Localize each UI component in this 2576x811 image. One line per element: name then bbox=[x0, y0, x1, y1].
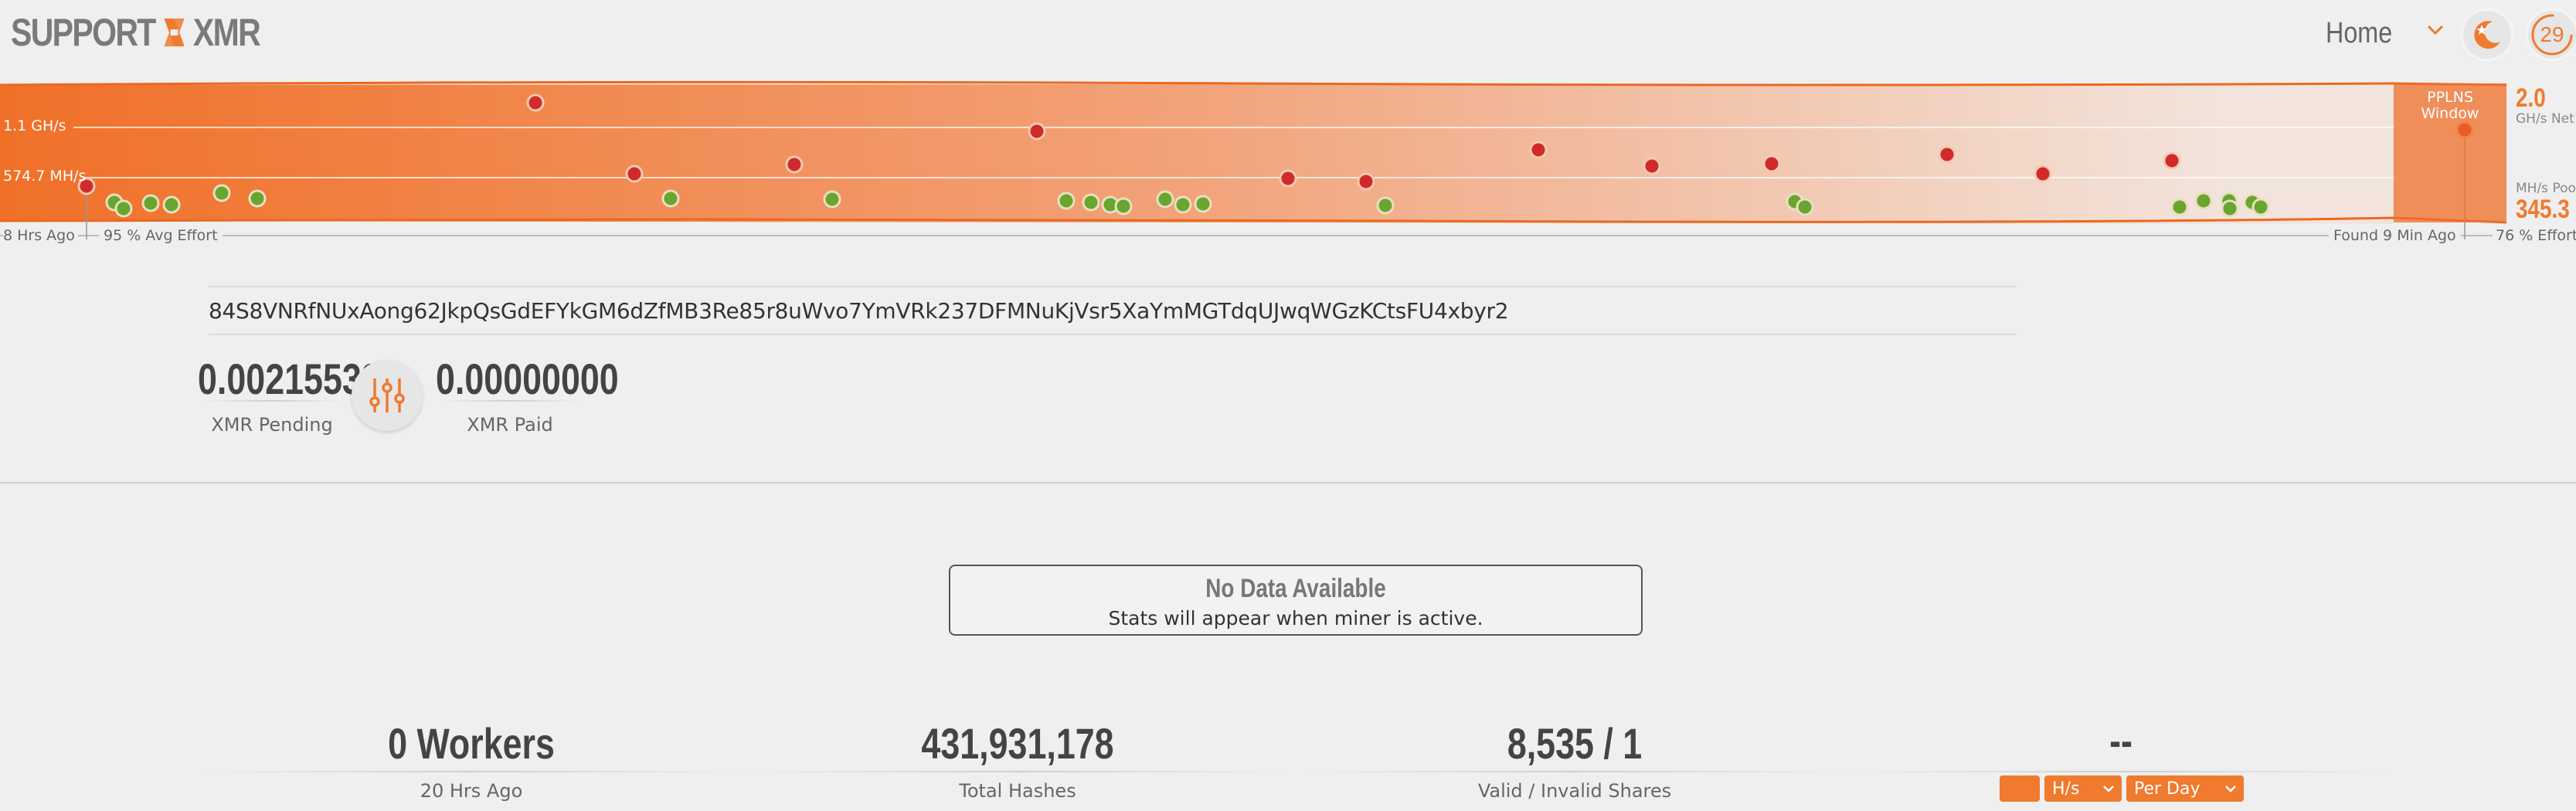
logo-text-xmr: XMR bbox=[192, 11, 261, 54]
block-found-point[interactable] bbox=[2163, 151, 2181, 170]
share-point[interactable] bbox=[114, 199, 133, 218]
block-found-point[interactable] bbox=[625, 165, 644, 183]
block-found-point[interactable] bbox=[1357, 172, 1375, 191]
current-effort-label: 76 % Effort bbox=[2493, 227, 2576, 244]
share-point[interactable] bbox=[1174, 195, 1192, 214]
logo-mark-icon bbox=[160, 14, 188, 51]
chart-svg bbox=[0, 80, 2576, 239]
calc-value: -- bbox=[2109, 716, 2133, 765]
chevron-down-icon bbox=[2103, 786, 2114, 792]
sliders-icon bbox=[369, 378, 405, 412]
avg-effort-label: 95 % Avg Effort bbox=[99, 227, 223, 244]
calc-input[interactable] bbox=[2000, 775, 2040, 802]
pplns-label-1: PPLNS bbox=[2427, 89, 2473, 106]
right-pool-value: 345.3 bbox=[2516, 195, 2570, 224]
workers-label: 20 Hrs Ago bbox=[420, 780, 523, 802]
right-net-unit: GH/s Net bbox=[2516, 111, 2574, 127]
hashes-value: 431,931,178 bbox=[921, 719, 1114, 768]
block-found-point[interactable] bbox=[1643, 157, 1661, 175]
block-found-point[interactable] bbox=[785, 155, 804, 174]
chevron-down-icon[interactable] bbox=[2422, 17, 2449, 43]
paid-label: XMR Paid bbox=[467, 414, 553, 436]
block-found-point[interactable] bbox=[526, 93, 545, 112]
paid-underline bbox=[440, 400, 579, 402]
calc-unit-select[interactable]: H/s bbox=[2044, 775, 2122, 802]
site-logo[interactable]: SUPPORT XMR bbox=[11, 9, 261, 56]
share-point[interactable] bbox=[2251, 198, 2270, 216]
section-divider bbox=[0, 482, 2576, 484]
time-start-label: 8 Hrs Ago bbox=[3, 227, 78, 244]
block-found-point[interactable] bbox=[1938, 145, 1956, 164]
share-point[interactable] bbox=[2194, 192, 2213, 210]
share-point[interactable] bbox=[1114, 197, 1133, 215]
pool-rate-label: 574.7 MH/s bbox=[3, 168, 87, 185]
share-point[interactable] bbox=[1376, 196, 1395, 215]
no-data-subtitle: Stats will appear when miner is active. bbox=[1108, 607, 1483, 629]
shares-label: Valid / Invalid Shares bbox=[1477, 780, 1672, 802]
right-net-value: 2.0 bbox=[2516, 83, 2546, 113]
nav-home-link[interactable]: Home bbox=[2326, 17, 2392, 50]
workers-value: 0 Workers bbox=[388, 719, 555, 768]
calc-period-text: Per Day bbox=[2134, 779, 2200, 799]
moon-star-icon bbox=[2474, 21, 2500, 49]
paid-value: 0.00000000 bbox=[436, 355, 619, 403]
share-point[interactable] bbox=[661, 189, 680, 208]
net-rate-label: 1.1 GH/s bbox=[3, 117, 66, 134]
block-found-point[interactable] bbox=[1028, 122, 1046, 141]
timer-ring-icon bbox=[2531, 14, 2573, 56]
share-point[interactable] bbox=[141, 194, 160, 212]
share-point[interactable] bbox=[1057, 192, 1076, 210]
pending-value: 0.00215538 bbox=[198, 355, 381, 403]
right-pool-unit: MH/s Pool bbox=[2516, 181, 2576, 196]
hashes-underline bbox=[747, 771, 1288, 772]
hashes-label: Total Hashes bbox=[959, 780, 1076, 802]
share-point[interactable] bbox=[1796, 198, 1814, 216]
share-point[interactable] bbox=[823, 190, 841, 209]
share-point[interactable] bbox=[1156, 190, 1174, 209]
block-found-point[interactable] bbox=[1762, 154, 1781, 173]
pplns-window: PPLNS Window bbox=[2394, 83, 2506, 222]
calc-period-select[interactable]: Per Day bbox=[2126, 775, 2244, 802]
workers-underline bbox=[201, 771, 742, 772]
shares-value: 8,535 / 1 bbox=[1507, 719, 1643, 768]
share-point[interactable] bbox=[212, 184, 231, 202]
no-data-panel: No Data Available Stats will appear when… bbox=[949, 565, 1643, 636]
block-found-point[interactable] bbox=[2034, 165, 2052, 183]
share-point[interactable] bbox=[162, 195, 181, 214]
block-found-point[interactable] bbox=[1529, 141, 1548, 159]
share-point[interactable] bbox=[2170, 198, 2189, 216]
calc-underline bbox=[1850, 771, 2391, 772]
pplns-label-2: Window bbox=[2421, 105, 2479, 122]
no-data-title: No Data Available bbox=[1205, 574, 1386, 603]
network-line bbox=[0, 80, 2507, 87]
pending-label: XMR Pending bbox=[211, 414, 333, 436]
refresh-timer-button[interactable]: 29 bbox=[2528, 11, 2576, 59]
theme-toggle-button[interactable] bbox=[2463, 11, 2511, 59]
chevron-down-icon bbox=[2225, 786, 2236, 792]
calc-unit-text: H/s bbox=[2052, 779, 2080, 799]
pending-underline bbox=[202, 400, 342, 402]
share-point[interactable] bbox=[248, 189, 267, 208]
wallet-address[interactable]: 84S8VNRfNUxAong62JkpQsGdEFYkGM6dZfMB3Re8… bbox=[209, 298, 1509, 324]
payout-settings-button[interactable] bbox=[352, 360, 423, 431]
wallet-address-row: 84S8VNRfNUxAong62JkpQsGdEFYkGM6dZfMB3Re8… bbox=[209, 286, 2017, 335]
pool-hashrate-chart: PPLNS Window 1.1 GH/s 574.7 MH/s 8 Hrs A… bbox=[0, 77, 2576, 255]
share-point[interactable] bbox=[1082, 193, 1100, 212]
share-point[interactable] bbox=[1194, 195, 1212, 213]
logo-text-support: SUPPORT bbox=[11, 11, 156, 54]
shares-underline bbox=[1304, 771, 1845, 772]
block-found-point[interactable] bbox=[1279, 169, 1297, 188]
found-label: Found 9 Min Ago bbox=[2329, 227, 2461, 244]
share-point[interactable] bbox=[2221, 199, 2239, 218]
